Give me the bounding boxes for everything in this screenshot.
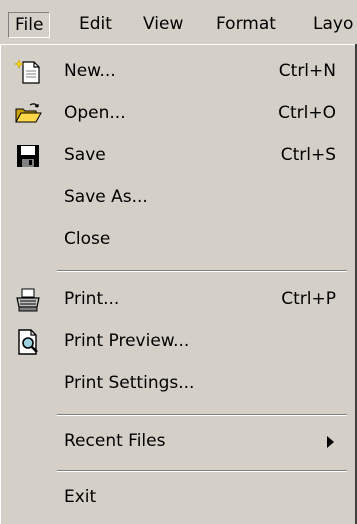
print-preview-icon	[14, 328, 42, 356]
open-folder-icon	[14, 100, 42, 128]
menu-item-exit[interactable]: Exit	[0, 478, 350, 518]
exit-label: Exit	[64, 487, 97, 507]
print-label: Print...	[64, 289, 120, 309]
open-shortcut: Ctrl+O	[278, 103, 336, 123]
print-preview-label: Print Preview...	[64, 331, 190, 351]
menu-separator	[57, 470, 347, 472]
menu-file[interactable]: File	[8, 12, 51, 38]
menu-view[interactable]: View	[137, 12, 189, 38]
menu-item-open[interactable]: Open... Ctrl+O	[0, 94, 350, 134]
menu-item-print[interactable]: Print... Ctrl+P	[0, 280, 350, 320]
menu-item-save-as[interactable]: Save As...	[0, 178, 350, 218]
close-label: Close	[64, 229, 111, 249]
save-label: Save	[64, 145, 106, 165]
menu-item-close[interactable]: Close	[0, 220, 350, 260]
printer-icon	[14, 286, 42, 314]
menu-separator	[57, 270, 347, 272]
menu-separator	[57, 414, 347, 416]
new-shortcut: Ctrl+N	[278, 61, 336, 81]
menu-bar: File Edit View Format Layo	[0, 0, 357, 44]
open-label: Open...	[64, 103, 126, 123]
menu-format[interactable]: Format	[210, 12, 282, 38]
save-as-label: Save As...	[64, 187, 148, 207]
new-document-icon	[14, 58, 42, 86]
save-shortcut: Ctrl+S	[280, 145, 336, 165]
floppy-disk-icon	[14, 142, 42, 170]
menu-item-save[interactable]: Save Ctrl+S	[0, 136, 350, 176]
menu-edit[interactable]: Edit	[73, 12, 118, 38]
menu-item-print-settings[interactable]: Print Settings...	[0, 364, 350, 404]
menu-layout[interactable]: Layo	[307, 12, 357, 38]
menu-item-recent-files[interactable]: Recent Files	[0, 422, 350, 462]
menu-item-new[interactable]: New... Ctrl+N	[0, 52, 350, 92]
submenu-arrow-icon	[327, 436, 334, 448]
recent-files-label: Recent Files	[64, 431, 166, 451]
print-settings-label: Print Settings...	[64, 373, 195, 393]
print-shortcut: Ctrl+P	[281, 289, 336, 309]
new-label: New...	[64, 61, 116, 81]
file-menu-dropdown: New... Ctrl+N Open... Ctrl+O Save Ctrl+S	[0, 44, 357, 524]
menu-item-print-preview[interactable]: Print Preview...	[0, 322, 350, 362]
